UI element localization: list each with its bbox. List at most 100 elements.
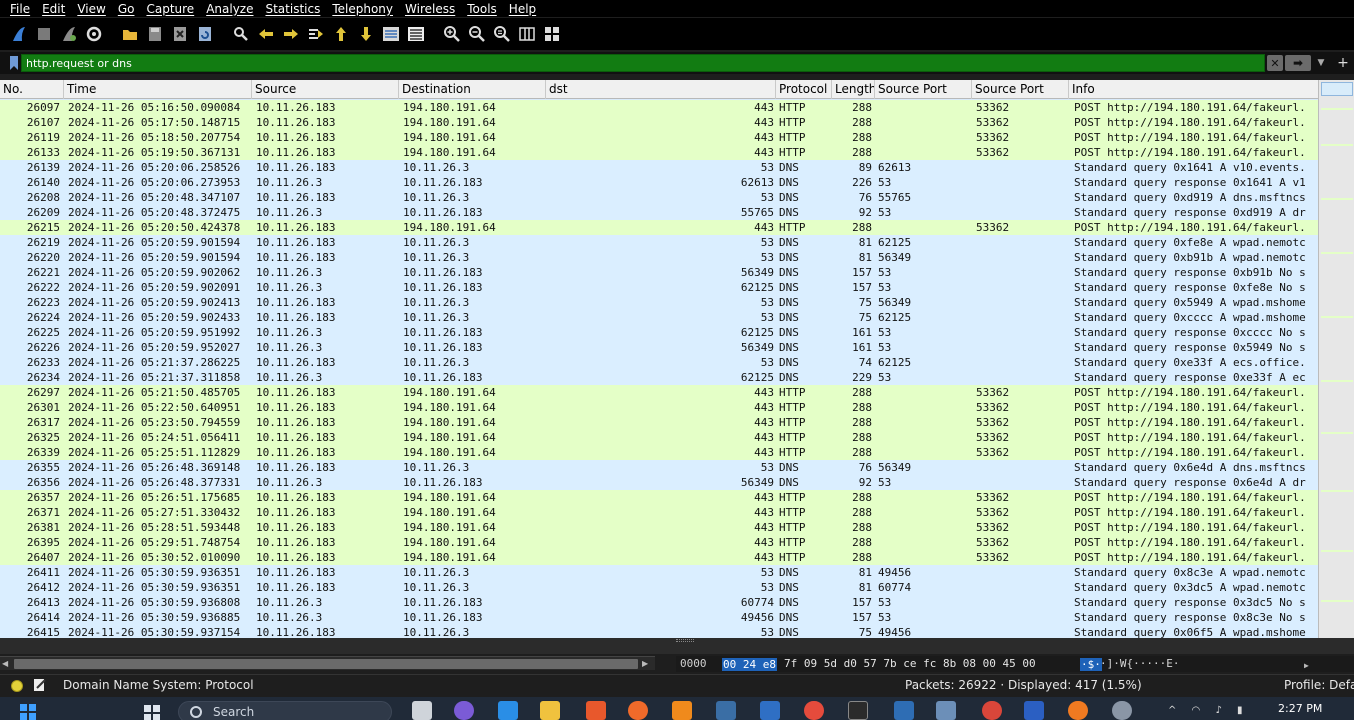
packet-row[interactable]: 26140 2024-11-26 05:20:06.273953 10.11.26.… — [0, 175, 1318, 190]
filter-history-chevron-down-icon[interactable]: ▼ — [1315, 55, 1327, 71]
packet-row[interactable]: 26234 2024-11-26 05:21:37.311858 10.11.26.… — [0, 370, 1318, 385]
expert-info-indicator-icon[interactable] — [11, 680, 23, 692]
packet-row[interactable]: 26415 2024-11-26 05:30:59.937154 10.11.26.… — [0, 625, 1318, 638]
find-packet-icon[interactable] — [230, 23, 252, 45]
packet-row[interactable]: 26356 2024-11-26 05:26:48.377331 10.11.26.… — [0, 475, 1318, 490]
task-view-icon[interactable] — [412, 701, 432, 720]
packet-row[interactable]: 26209 2024-11-26 05:20:48.372475 10.11.26.… — [0, 205, 1318, 220]
status-profile[interactable]: Profile: Defau — [1284, 678, 1354, 692]
resize-columns-icon[interactable] — [516, 23, 538, 45]
column-header-destination[interactable]: Destination — [399, 80, 546, 99]
packet-row[interactable]: 26357 2024-11-26 05:26:51.175685 10.11.26.… — [0, 490, 1318, 505]
windows-start-icon[interactable] — [18, 701, 38, 720]
taskbar-clock[interactable]: 2:27 PM — [1278, 702, 1322, 715]
packet-row[interactable]: 26119 2024-11-26 05:18:50.207754 10.11.26.… — [0, 130, 1318, 145]
packet-row[interactable]: 26317 2024-11-26 05:23:50.794559 10.11.26.… — [0, 415, 1318, 430]
chrome-icon[interactable] — [804, 701, 824, 720]
ascii-bytes[interactable]: ·]·W{·····E· — [1100, 656, 1179, 672]
column-header-source-port[interactable]: Source Port — [875, 80, 972, 99]
packet-row[interactable]: 26407 2024-11-26 05:30:52.010090 10.11.26.… — [0, 550, 1318, 565]
column-header-no[interactable]: No. — [0, 80, 64, 99]
packet-list-horizontal-scrollbar[interactable]: ◀ ▶ — [0, 656, 655, 670]
packet-row[interactable]: 26139 2024-11-26 05:20:06.258526 10.11.26.… — [0, 160, 1318, 175]
menu-file[interactable]: File — [4, 1, 36, 17]
shark-fin-start-icon[interactable] — [8, 23, 30, 45]
packet-row[interactable]: 26381 2024-11-26 05:28:51.593448 10.11.26.… — [0, 520, 1318, 535]
file-explorer-icon[interactable] — [540, 701, 560, 720]
packet-row[interactable]: 26107 2024-11-26 05:17:50.148715 10.11.26.… — [0, 115, 1318, 130]
system-tray-icons[interactable]: ^ ◠ ♪ ▮ — [1168, 705, 1249, 716]
packet-row[interactable]: 26325 2024-11-26 05:24:51.056411 10.11.26.… — [0, 430, 1318, 445]
menu-analyze[interactable]: Analyze — [200, 1, 259, 17]
menu-telephony[interactable]: Telephony — [326, 1, 399, 17]
packet-bytes-pane[interactable]: 0000 00 24 e8 7f 09 5d d0 57 7b ce fc 8b… — [676, 656, 1354, 672]
widgets-icon[interactable] — [142, 701, 162, 720]
packet-row[interactable]: 26208 2024-11-26 05:20:48.347107 10.11.26.… — [0, 190, 1318, 205]
packet-row[interactable]: 26224 2024-11-26 05:20:59.902433 10.11.26.… — [0, 310, 1318, 325]
stop-icon[interactable] — [33, 23, 55, 45]
database-icon[interactable] — [716, 701, 736, 720]
scroll-right-arrow-icon[interactable]: ▶ — [642, 658, 652, 670]
column-header-length[interactable]: Length — [832, 80, 875, 99]
go-forward-arrow-icon[interactable] — [280, 23, 302, 45]
go-back-arrow-icon[interactable] — [255, 23, 277, 45]
packet-row[interactable]: 26412 2024-11-26 05:30:59.936351 10.11.26.… — [0, 580, 1318, 595]
menu-go[interactable]: Go — [112, 1, 141, 17]
postman-icon[interactable] — [628, 701, 648, 720]
splitter-grip-icon[interactable] — [676, 639, 694, 642]
ascii-selected[interactable]: ·$· — [1080, 658, 1102, 671]
packet-row[interactable]: 26226 2024-11-26 05:20:59.952027 10.11.26.… — [0, 340, 1318, 355]
packet-row[interactable]: 26219 2024-11-26 05:20:59.901594 10.11.26.… — [0, 235, 1318, 250]
brave-icon[interactable] — [586, 701, 606, 720]
taskbar-search-input[interactable]: Search — [178, 701, 392, 720]
packet-row[interactable]: 26301 2024-11-26 05:22:50.640951 10.11.26.… — [0, 400, 1318, 415]
word-icon[interactable] — [1024, 701, 1044, 720]
auto-scroll-icon[interactable] — [380, 23, 402, 45]
teams-icon[interactable] — [454, 701, 474, 720]
close-file-icon[interactable] — [169, 23, 191, 45]
column-header-protocol[interactable]: Protocol — [776, 80, 832, 99]
packet-row[interactable]: 26355 2024-11-26 05:26:48.369148 10.11.26.… — [0, 460, 1318, 475]
column-header-info[interactable]: Info — [1069, 80, 1318, 99]
layout-grid-icon[interactable] — [541, 23, 563, 45]
column-header-source[interactable]: Source — [252, 80, 399, 99]
save-file-icon[interactable] — [144, 23, 166, 45]
packet-row[interactable]: 26395 2024-11-26 05:29:51.748754 10.11.26.… — [0, 535, 1318, 550]
packet-row[interactable]: 26371 2024-11-26 05:27:51.330432 10.11.26.… — [0, 505, 1318, 520]
packet-row[interactable]: 26414 2024-11-26 05:30:59.936885 10.11.26.… — [0, 610, 1318, 625]
menu-help[interactable]: Help — [503, 1, 542, 17]
terminal-icon[interactable] — [848, 701, 868, 720]
window-app-icon[interactable] — [936, 701, 956, 720]
menu-tools[interactable]: Tools — [461, 1, 503, 17]
packet-row[interactable]: 26339 2024-11-26 05:25:51.112829 10.11.26.… — [0, 445, 1318, 460]
hex-bytes[interactable]: 7f 09 5d d0 57 7b ce fc 8b 08 00 45 00 — [784, 656, 1036, 672]
zoom-out-icon[interactable] — [466, 23, 488, 45]
add-filter-button-icon[interactable]: + — [1336, 54, 1350, 72]
packet-row[interactable]: 26220 2024-11-26 05:20:59.901594 10.11.26.… — [0, 250, 1318, 265]
packet-row[interactable]: 26222 2024-11-26 05:20:59.902091 10.11.26.… — [0, 280, 1318, 295]
firefox-icon[interactable] — [1068, 701, 1088, 720]
packet-minimap-scrollbar[interactable] — [1318, 80, 1354, 638]
packet-row[interactable]: 26225 2024-11-26 05:20:59.951992 10.11.26.… — [0, 325, 1318, 340]
packet-row[interactable]: 26297 2024-11-26 05:21:50.485705 10.11.26.… — [0, 385, 1318, 400]
zoom-in-icon[interactable] — [441, 23, 463, 45]
normal-size-icon[interactable] — [491, 23, 513, 45]
menu-edit[interactable]: Edit — [36, 1, 71, 17]
scroll-right-arrow-icon[interactable]: ▶ — [1304, 658, 1314, 670]
column-header-time[interactable]: Time — [64, 80, 252, 99]
apply-filter-arrow-icon[interactable]: ➡ — [1285, 55, 1311, 71]
packet-row[interactable]: 26223 2024-11-26 05:20:59.902413 10.11.26.… — [0, 295, 1318, 310]
vscode-icon[interactable] — [498, 701, 518, 720]
packet-row[interactable]: 26215 2024-11-26 05:20:50.424378 10.11.26.… — [0, 220, 1318, 235]
column-header-source-port-2[interactable]: Source Port — [972, 80, 1069, 99]
vlc-icon[interactable] — [672, 701, 692, 720]
hex-selected-bytes[interactable]: 00 24 e8 — [722, 658, 777, 671]
colorize-list-icon[interactable] — [405, 23, 427, 45]
wireshark-taskbar-icon[interactable] — [760, 701, 780, 720]
edit-capture-comment-icon[interactable] — [33, 678, 47, 692]
menu-wireless[interactable]: Wireless — [399, 1, 461, 17]
bookmark-icon[interactable] — [6, 54, 22, 72]
menu-capture[interactable]: Capture — [140, 1, 200, 17]
restart-fin-icon[interactable] — [58, 23, 80, 45]
go-first-packet-icon[interactable] — [330, 23, 352, 45]
